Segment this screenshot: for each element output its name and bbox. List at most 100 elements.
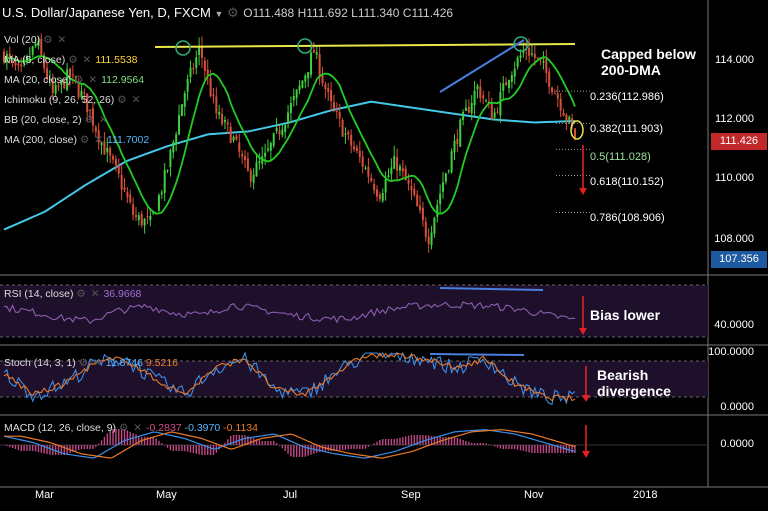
header-settings-icon[interactable]: ⚙ <box>227 5 240 20</box>
candle-body <box>129 194 132 203</box>
candle-body <box>384 179 387 193</box>
candle-body <box>249 170 252 182</box>
legend-icons[interactable]: ⚙ ✕ <box>79 357 103 369</box>
legend-ma5[interactable]: MA (5, close) ⚙ ✕ 111.5538 <box>4 54 138 66</box>
candle-body <box>195 57 198 68</box>
candle-body <box>358 150 361 158</box>
fib-label: 0.786(108.906) <box>590 212 665 224</box>
candle-body <box>292 96 295 101</box>
candle-body <box>163 170 166 193</box>
candle-body <box>456 138 459 145</box>
candle-body <box>318 54 321 78</box>
candle-body <box>467 107 470 113</box>
candle-body <box>218 111 221 115</box>
candle-body <box>390 167 393 175</box>
candle-body <box>447 170 450 172</box>
candle-body <box>433 217 436 234</box>
candle-body <box>482 95 485 99</box>
legend-icons[interactable]: ⚙ ✕ <box>76 288 100 300</box>
candle-body <box>401 168 404 172</box>
symbol-dropdown-icon[interactable]: ▼ <box>214 9 223 19</box>
x-tick: Sep <box>401 489 421 501</box>
candle-body <box>295 89 298 98</box>
candle-body <box>226 122 229 125</box>
candle-body <box>553 93 556 95</box>
fib-label: 0.5(111.028) <box>590 151 651 163</box>
legend-ma20[interactable]: MA (20, close) ⚙ ✕ 112.9564 <box>4 74 144 86</box>
price-tick: 110.000 <box>715 172 754 184</box>
candle-body <box>556 93 559 99</box>
legend-ma200[interactable]: MA (200, close) ⚙ ✕ 111.7002 <box>4 134 149 146</box>
candle-body <box>490 102 493 120</box>
candle-body <box>373 183 376 191</box>
symbol-title[interactable]: U.S. Dollar/Japanese Yen, D, FXCM <box>0 5 211 20</box>
candle-body <box>367 166 370 177</box>
legend-icons[interactable]: ⚙ ✕ <box>85 114 109 126</box>
candle-body <box>519 55 522 59</box>
candle-body <box>416 194 419 207</box>
candle-body <box>266 148 269 151</box>
candle-body <box>89 109 92 111</box>
price-tick: 114.000 <box>715 54 754 66</box>
candle-body <box>172 141 175 153</box>
candle-body <box>559 98 562 111</box>
candle-body <box>542 61 545 63</box>
legend-icons[interactable]: ⚙ ✕ <box>74 74 98 86</box>
candle-body <box>278 130 281 135</box>
ma200-price-tag: 107.356 <box>711 251 767 268</box>
candle-body <box>410 186 413 191</box>
candle-body <box>307 72 310 79</box>
candle-body <box>315 52 318 55</box>
candle-body <box>551 87 554 93</box>
candle-body <box>338 112 341 119</box>
candle-body <box>298 85 301 91</box>
stoch-tick: 0.0000 <box>720 401 754 413</box>
stoch-tick: 100.0000 <box>708 346 754 358</box>
legend-bb[interactable]: BB (20, close, 2) ⚙ ✕ <box>4 114 109 126</box>
candle-body <box>212 94 215 97</box>
candle-body <box>462 112 465 120</box>
candle-body <box>350 134 353 146</box>
candle-body <box>459 119 462 147</box>
candle-body <box>223 119 226 123</box>
legend-rsi[interactable]: RSI (14, close) ⚙ ✕ 36.9668 <box>4 288 141 300</box>
candle-body <box>324 84 327 90</box>
candle-body <box>341 119 344 137</box>
candle-body <box>232 136 235 141</box>
stoch-trend-line <box>429 353 525 356</box>
note-capped: Capped below 200-DMA <box>601 46 696 78</box>
candle-body <box>229 126 232 143</box>
macd-tick: 0.0000 <box>720 438 754 450</box>
legend-macd[interactable]: MACD (12, 26, close, 9) ⚙ ✕ -0.2837 -0.3… <box>4 422 258 434</box>
candle-body <box>355 147 358 151</box>
candle-body <box>160 192 163 195</box>
legend-icons[interactable]: ⚙ ✕ <box>68 54 92 66</box>
legend-stoch[interactable]: Stoch (14, 3, 1) ⚙ ✕ 11.8746 9.5216 <box>4 357 178 369</box>
candle-body <box>149 215 152 220</box>
candle-body <box>419 205 422 211</box>
candle-body <box>157 195 160 211</box>
fib-label: 0.618(110.152) <box>590 176 664 188</box>
candle-body <box>568 116 571 120</box>
candle-body <box>421 207 424 221</box>
legend-ichimoku[interactable]: Ichimoku (9, 26, 52, 26) ⚙ ✕ <box>4 94 141 106</box>
x-tick: May <box>156 489 177 501</box>
legend-icons[interactable]: ⚙ ✕ <box>80 134 104 146</box>
candle-body <box>473 90 476 106</box>
candle-body <box>301 80 304 88</box>
legend-icons[interactable]: ⚙ ✕ <box>119 422 143 434</box>
legend-vol[interactable]: Vol (20) ⚙ ✕ <box>4 34 67 46</box>
candle-body <box>574 128 576 139</box>
candle-body <box>175 134 178 145</box>
price-tick: 112.000 <box>715 113 754 125</box>
legend-icons[interactable]: ⚙ ✕ <box>43 34 67 46</box>
candle-body <box>140 213 143 226</box>
candle-body <box>545 58 548 74</box>
candle-body <box>407 180 410 184</box>
candle-body <box>255 162 258 177</box>
x-tick: Jul <box>283 489 298 501</box>
candle-body <box>424 221 427 237</box>
candle-body <box>332 102 335 109</box>
candle-body <box>117 166 120 174</box>
legend-icons[interactable]: ⚙ ✕ <box>117 94 141 106</box>
